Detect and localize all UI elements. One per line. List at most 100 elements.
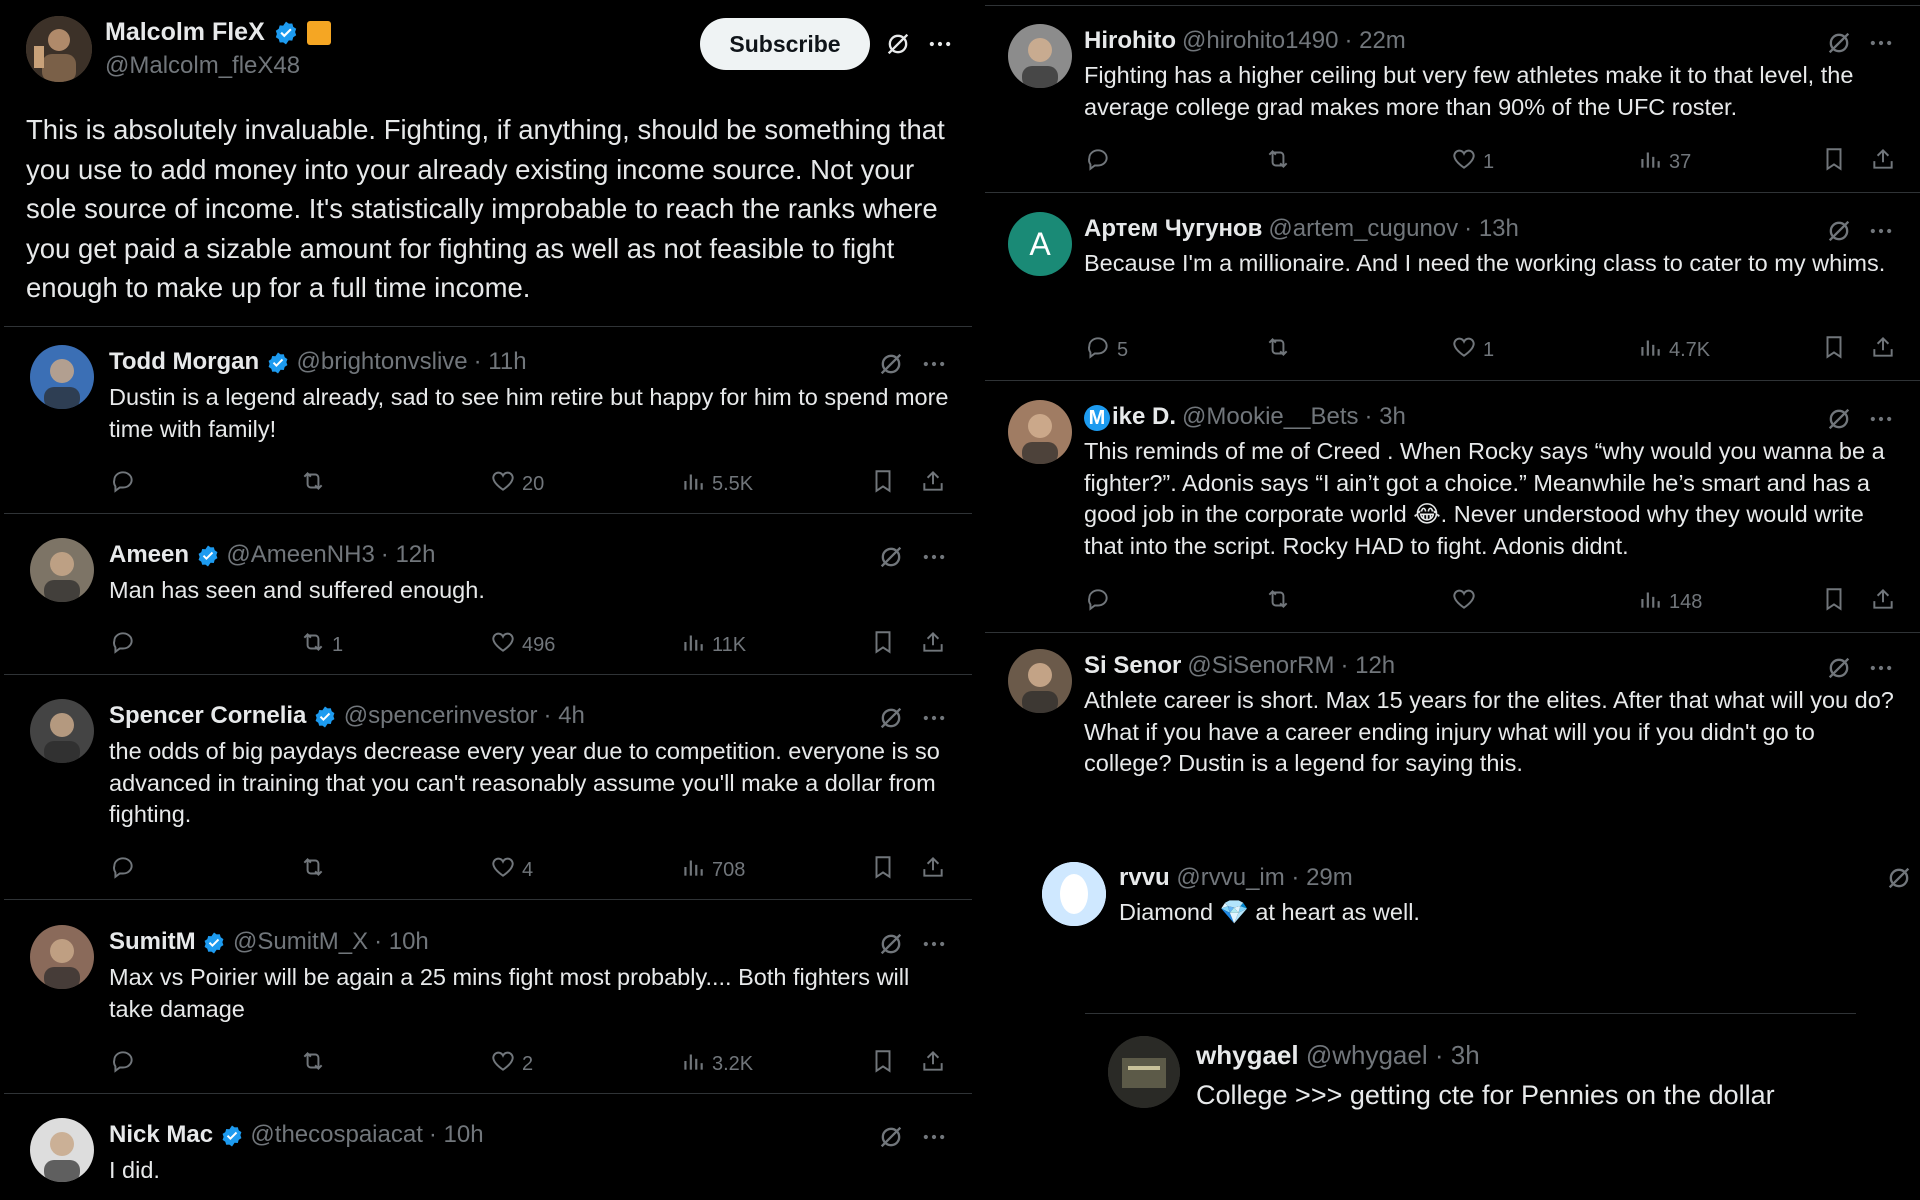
share-button[interactable] [1870, 586, 1896, 618]
reply-author-name[interactable]: Si Senor [1084, 652, 1181, 679]
share-button[interactable] [1870, 146, 1896, 178]
reply-author-handle[interactable]: @artem_cugunov [1268, 215, 1458, 242]
bookmark-button[interactable] [1821, 146, 1847, 178]
reply-button[interactable] [110, 854, 136, 886]
reply-time[interactable]: · 10h [374, 928, 429, 955]
reply-author-name[interactable]: SumitM [109, 928, 196, 955]
reply-avatar[interactable] [30, 699, 94, 763]
reply-time[interactable]: · 3h [1364, 403, 1405, 430]
reply-time[interactable]: · 4h [544, 702, 585, 729]
quote-reply-time[interactable]: · 3h [1435, 1040, 1480, 1070]
more-options-icon[interactable] [920, 543, 948, 576]
grok-icon[interactable] [1825, 29, 1853, 62]
reply-avatar[interactable] [30, 345, 94, 409]
reply-button[interactable] [110, 468, 136, 500]
reply-avatar[interactable]: A [1008, 212, 1072, 276]
views-button[interactable]: 148 [1637, 586, 1702, 618]
grok-icon[interactable] [877, 543, 905, 576]
reply-avatar[interactable] [30, 538, 94, 602]
grok-icon[interactable] [877, 1123, 905, 1156]
nested-reply-time[interactable]: · 29m [1291, 864, 1352, 891]
bookmark-button[interactable] [1821, 586, 1847, 618]
like-button[interactable]: 2 [490, 1048, 533, 1080]
nested-reply-name[interactable]: rvvu [1119, 864, 1170, 891]
grok-icon[interactable] [877, 930, 905, 963]
reply-button[interactable] [1085, 146, 1111, 178]
share-button[interactable] [920, 468, 946, 500]
reply-author-name[interactable]: Todd Morgan [109, 348, 259, 375]
more-options-icon[interactable] [1867, 405, 1895, 438]
views-button[interactable]: 4.7K [1637, 334, 1710, 366]
like-button[interactable]: 1 [1451, 334, 1494, 366]
reply-time[interactable]: · 12h [381, 541, 436, 568]
like-button[interactable]: 20 [490, 468, 544, 500]
like-button[interactable]: 1 [1451, 146, 1494, 178]
reply-time[interactable]: · 10h [429, 1121, 484, 1148]
main-author-name[interactable]: Malcolm FleX [105, 18, 331, 47]
reply-button[interactable] [110, 1048, 136, 1080]
reply-avatar[interactable] [30, 1118, 94, 1182]
reply-author-handle[interactable]: @thecospaiacat [250, 1121, 422, 1148]
retweet-button[interactable] [300, 1048, 326, 1080]
retweet-button[interactable] [1265, 146, 1291, 178]
reply-author-handle[interactable]: @SumitM_X [233, 928, 368, 955]
like-button[interactable] [1451, 586, 1477, 618]
bookmark-button[interactable] [870, 468, 896, 500]
reply-avatar[interactable] [1008, 24, 1072, 88]
bookmark-button[interactable] [870, 629, 896, 661]
reply-author-handle[interactable]: @SiSenorRM [1187, 652, 1334, 679]
grok-icon[interactable] [877, 350, 905, 383]
reply-button[interactable] [1085, 586, 1111, 618]
more-options-icon[interactable] [926, 30, 954, 63]
views-button[interactable]: 37 [1637, 146, 1691, 178]
views-button[interactable]: 11K [680, 629, 746, 661]
bookmark-button[interactable] [870, 1048, 896, 1080]
reply-avatar[interactable] [1008, 400, 1072, 464]
grok-icon[interactable] [1825, 654, 1853, 687]
more-options-icon[interactable] [1867, 217, 1895, 250]
reply-author-handle[interactable]: @Mookie__Bets [1182, 403, 1358, 430]
reply-time[interactable]: · 22m [1344, 27, 1405, 54]
quote-reply-avatar[interactable] [1108, 1036, 1180, 1108]
grok-icon[interactable] [877, 704, 905, 737]
like-button[interactable]: 496 [490, 629, 555, 661]
bookmark-button[interactable] [1821, 334, 1847, 366]
reply-time[interactable]: · 11h [474, 348, 527, 375]
share-button[interactable] [920, 854, 946, 886]
reply-author-name[interactable]: Ameen [109, 541, 189, 568]
grok-icon[interactable] [884, 30, 912, 63]
views-button[interactable]: 708 [680, 854, 745, 886]
main-author-handle[interactable]: @Malcolm_fleX48 [105, 52, 300, 80]
reply-avatar[interactable] [30, 925, 94, 989]
reply-time[interactable]: · 12h [1340, 652, 1395, 679]
more-options-icon[interactable] [920, 1123, 948, 1156]
retweet-button[interactable] [300, 854, 326, 886]
share-button[interactable] [920, 1048, 946, 1080]
share-button[interactable] [920, 629, 946, 661]
views-button[interactable]: 3.2K [680, 1048, 753, 1080]
more-options-icon[interactable] [1867, 29, 1895, 62]
reply-author-name[interactable]: Артем Чугунов [1084, 215, 1262, 242]
main-author-avatar[interactable] [26, 16, 92, 82]
reply-author-handle[interactable]: @brightonvslive [297, 348, 468, 375]
more-options-icon[interactable] [920, 930, 948, 963]
reply-author-name[interactable]: Hirohito [1084, 27, 1176, 54]
like-button[interactable]: 4 [490, 854, 533, 886]
bookmark-button[interactable] [870, 854, 896, 886]
grok-icon[interactable] [1825, 405, 1853, 438]
more-options-icon[interactable] [920, 350, 948, 383]
views-button[interactable]: 5.5K [680, 468, 753, 500]
nested-reply-avatar[interactable] [1042, 862, 1106, 926]
more-options-icon[interactable] [920, 704, 948, 737]
reply-author-handle[interactable]: @hirohito1490 [1182, 27, 1338, 54]
reply-author-name[interactable]: Spencer Cornelia [109, 702, 306, 729]
quote-reply-handle[interactable]: @whygael [1306, 1040, 1428, 1070]
share-button[interactable] [1870, 334, 1896, 366]
grok-icon[interactable] [1885, 864, 1913, 897]
subscribe-button[interactable]: Subscribe [700, 18, 870, 70]
reply-author-handle[interactable]: @spencerinvestor [344, 702, 538, 729]
retweet-button[interactable] [1265, 334, 1291, 366]
grok-icon[interactable] [1825, 217, 1853, 250]
reply-author-name[interactable]: ike D. [1112, 403, 1176, 430]
reply-author-name[interactable]: Nick Mac [109, 1121, 213, 1148]
